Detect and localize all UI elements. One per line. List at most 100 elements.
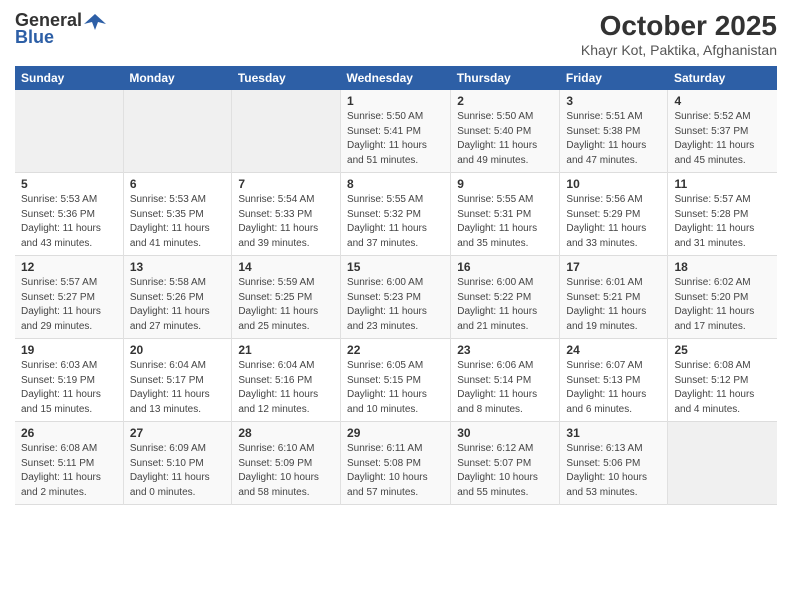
cell-line-1: Sunset: 5:37 PM bbox=[674, 126, 748, 137]
cell-line-1: Sunset: 5:25 PM bbox=[238, 292, 312, 303]
calendar-row-1: 5Sunrise: 5:53 AMSunset: 5:36 PMDaylight… bbox=[15, 173, 777, 256]
cell-line-2: Daylight: 11 hours bbox=[21, 223, 101, 234]
day-number: 14 bbox=[238, 260, 334, 274]
logo-bird-icon bbox=[84, 12, 106, 30]
cell-line-3: and 35 minutes. bbox=[457, 238, 528, 249]
cell-line-1: Sunset: 5:33 PM bbox=[238, 209, 312, 220]
cell-line-2: Daylight: 11 hours bbox=[457, 223, 537, 234]
day-number: 30 bbox=[457, 426, 553, 440]
day-number: 11 bbox=[674, 177, 771, 191]
cell-info: Sunrise: 5:53 AMSunset: 5:35 PMDaylight:… bbox=[130, 193, 226, 251]
cell-line-0: Sunrise: 5:50 AM bbox=[457, 111, 533, 122]
cell-line-2: Daylight: 11 hours bbox=[674, 223, 754, 234]
cell-line-1: Sunset: 5:15 PM bbox=[347, 375, 421, 386]
cell-line-1: Sunset: 5:28 PM bbox=[674, 209, 748, 220]
calendar-cell-2-3: 15Sunrise: 6:00 AMSunset: 5:23 PMDayligh… bbox=[341, 256, 451, 339]
cell-line-3: and 49 minutes. bbox=[457, 155, 528, 166]
cell-line-2: Daylight: 11 hours bbox=[130, 223, 210, 234]
calendar-body: 1 Sunrise: 5:50 AMSunset: 5:41 PMDaylight… bbox=[15, 90, 777, 505]
cell-line-0: Sunrise: 6:00 AM bbox=[457, 277, 533, 288]
day-number: 9 bbox=[457, 177, 553, 191]
cell-info: Sunrise: 6:13 AMSunset: 5:06 PMDaylight:… bbox=[566, 442, 661, 500]
cell-line-3: and 29 minutes. bbox=[21, 321, 92, 332]
cell-line-1: Sunset: 5:23 PM bbox=[347, 292, 421, 303]
cell-line-3: and 45 minutes. bbox=[674, 155, 745, 166]
day-number: 4 bbox=[674, 94, 771, 108]
cell-line-3: and 41 minutes. bbox=[130, 238, 201, 249]
cell-line-1: Sunset: 5:16 PM bbox=[238, 375, 312, 386]
cell-line-0: Sunrise: 5:57 AM bbox=[674, 194, 750, 205]
cell-line-3: and 37 minutes. bbox=[347, 238, 418, 249]
day-number: 8 bbox=[347, 177, 444, 191]
calendar-cell-2-4: 16Sunrise: 6:00 AMSunset: 5:22 PMDayligh… bbox=[451, 256, 560, 339]
cell-line-1: Sunset: 5:35 PM bbox=[130, 209, 204, 220]
title-block: October 2025 Khayr Kot, Paktika, Afghani… bbox=[581, 10, 777, 58]
cell-line-0: Sunrise: 6:00 AM bbox=[347, 277, 423, 288]
cell-line-0: Sunrise: 5:52 AM bbox=[674, 111, 750, 122]
cell-line-2: Daylight: 11 hours bbox=[347, 140, 427, 151]
cell-info: Sunrise: 6:04 AMSunset: 5:16 PMDaylight:… bbox=[238, 359, 334, 417]
header: General Blue October 2025 Khayr Kot, Pak… bbox=[15, 10, 777, 58]
cell-line-2: Daylight: 11 hours bbox=[21, 472, 101, 483]
day-number: 22 bbox=[347, 343, 444, 357]
calendar-cell-0-5: 3Sunrise: 5:51 AMSunset: 5:38 PMDaylight… bbox=[560, 90, 668, 173]
header-saturday: Saturday bbox=[668, 66, 777, 90]
day-number: 12 bbox=[21, 260, 117, 274]
cell-info: Sunrise: 5:56 AMSunset: 5:29 PMDaylight:… bbox=[566, 193, 661, 251]
cell-line-3: and 31 minutes. bbox=[674, 238, 745, 249]
cell-line-2: Daylight: 11 hours bbox=[347, 223, 427, 234]
day-number: 16 bbox=[457, 260, 553, 274]
cell-line-1: Sunset: 5:08 PM bbox=[347, 458, 421, 469]
cell-info: Sunrise: 5:54 AMSunset: 5:33 PMDaylight:… bbox=[238, 193, 334, 251]
cell-line-2: Daylight: 11 hours bbox=[674, 389, 754, 400]
cell-line-0: Sunrise: 6:06 AM bbox=[457, 360, 533, 371]
cell-line-0: Sunrise: 6:04 AM bbox=[130, 360, 206, 371]
cell-line-1: Sunset: 5:14 PM bbox=[457, 375, 531, 386]
cell-line-2: Daylight: 11 hours bbox=[21, 306, 101, 317]
cell-line-3: and 21 minutes. bbox=[457, 321, 528, 332]
cell-line-1: Sunset: 5:20 PM bbox=[674, 292, 748, 303]
cell-info: Sunrise: 5:57 AM Sunset: 5:28 PM Daylight:… bbox=[674, 193, 771, 251]
cell-line-1: Sunset: 5:11 PM bbox=[21, 458, 94, 469]
day-number: 23 bbox=[457, 343, 553, 357]
cell-line-3: and 10 minutes. bbox=[347, 404, 418, 415]
calendar-cell-2-2: 14Sunrise: 5:59 AMSunset: 5:25 PMDayligh… bbox=[232, 256, 341, 339]
location-subtitle: Khayr Kot, Paktika, Afghanistan bbox=[581, 42, 777, 58]
day-number: 1 bbox=[347, 94, 444, 108]
cell-line-1: Sunset: 5:13 PM bbox=[566, 375, 640, 386]
header-row: Sunday Monday Tuesday Wednesday Thursday… bbox=[15, 66, 777, 90]
cell-info: Sunrise: 5:55 AMSunset: 5:31 PMDaylight:… bbox=[457, 193, 553, 251]
cell-info: Sunrise: 5:50 AMSunset: 5:41 PMDaylight:… bbox=[347, 110, 444, 168]
cell-info: Sunrise: 6:08 AMSunset: 5:11 PMDaylight:… bbox=[21, 442, 117, 500]
page-container: General Blue October 2025 Khayr Kot, Pak… bbox=[0, 0, 792, 515]
cell-line-3: and 53 minutes. bbox=[566, 487, 637, 498]
cell-line-3: and 33 minutes. bbox=[566, 238, 637, 249]
day-number: 15 bbox=[347, 260, 444, 274]
cell-line-1: Sunset: 5:32 PM bbox=[347, 209, 421, 220]
cell-line-2: Daylight: 10 hours bbox=[238, 472, 319, 483]
cell-line-2: Daylight: 11 hours bbox=[238, 223, 318, 234]
calendar-cell-4-4: 30Sunrise: 6:12 AMSunset: 5:07 PMDayligh… bbox=[451, 422, 560, 505]
cell-line-2: Daylight: 11 hours bbox=[674, 140, 754, 151]
cell-line-2: Daylight: 10 hours bbox=[347, 472, 428, 483]
day-number: 3 bbox=[566, 94, 661, 108]
calendar-cell-4-1: 27Sunrise: 6:09 AMSunset: 5:10 PMDayligh… bbox=[123, 422, 232, 505]
cell-info: Sunrise: 5:55 AMSunset: 5:32 PMDaylight:… bbox=[347, 193, 444, 251]
header-wednesday: Wednesday bbox=[341, 66, 451, 90]
cell-line-2: Daylight: 11 hours bbox=[238, 389, 318, 400]
cell-line-1: Sunset: 5:38 PM bbox=[566, 126, 640, 137]
cell-line-2: Daylight: 11 hours bbox=[130, 389, 210, 400]
calendar-cell-2-6: 18Sunrise: 6:02 AMSunset: 5:20 PMDayligh… bbox=[668, 256, 777, 339]
cell-line-3: and 27 minutes. bbox=[130, 321, 201, 332]
cell-info: Sunrise: 6:10 AMSunset: 5:09 PMDaylight:… bbox=[238, 442, 334, 500]
cell-line-2: Daylight: 11 hours bbox=[238, 306, 318, 317]
calendar-cell-1-0: 5Sunrise: 5:53 AMSunset: 5:36 PMDaylight… bbox=[15, 173, 123, 256]
cell-line-2: Daylight: 11 hours bbox=[130, 306, 210, 317]
cell-line-3: and 55 minutes. bbox=[457, 487, 528, 498]
calendar-cell-0-6: 4 Sunrise: 5:52 AM Sunset: 5:37 PM Daylight… bbox=[668, 90, 777, 173]
cell-line-2: Daylight: 11 hours bbox=[566, 389, 646, 400]
cell-info: Sunrise: 6:09 AMSunset: 5:10 PMDaylight:… bbox=[130, 442, 226, 500]
cell-info: Sunrise: 6:00 AMSunset: 5:23 PMDaylight:… bbox=[347, 276, 444, 334]
cell-line-0: Sunrise: 5:57 AM bbox=[21, 277, 97, 288]
cell-line-2: Daylight: 11 hours bbox=[457, 140, 537, 151]
